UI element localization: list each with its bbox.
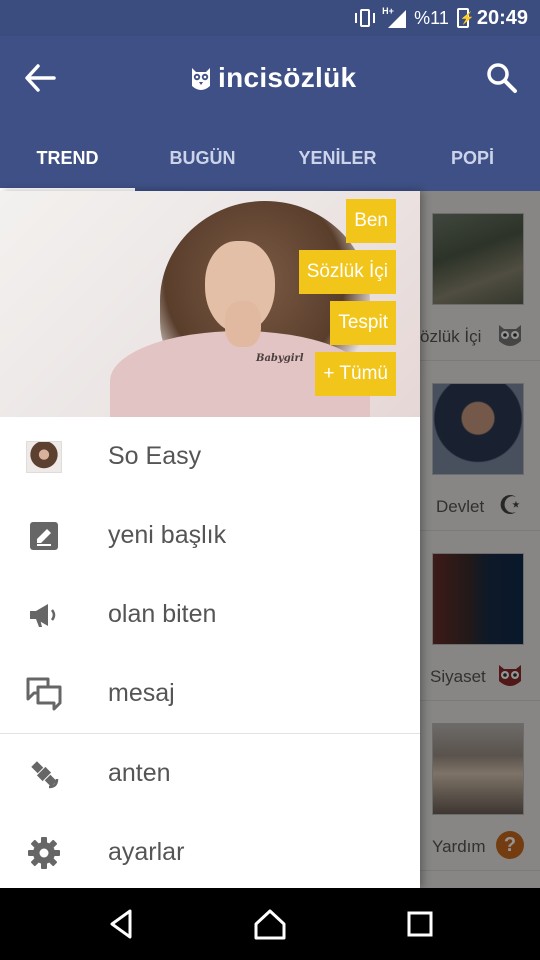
menu-item-label: anten: [108, 759, 171, 787]
signal-icon: H+: [382, 6, 407, 28]
menu-item-whats-happening[interactable]: olan biten: [0, 575, 420, 654]
edit-icon: [30, 521, 58, 550]
nav-back-button[interactable]: [104, 906, 144, 942]
drawer-header: Babygirl Ben Sözlük İçi Tespit + Tümü: [0, 191, 420, 417]
sozluk-ici-button[interactable]: Sözlük İçi: [298, 250, 396, 294]
battery-percent: %11: [414, 7, 449, 28]
satellite-icon: [31, 760, 59, 788]
ben-button[interactable]: Ben: [346, 199, 396, 243]
drawer-menu: So Easy yeni başlık olan biten mesaj ant…: [0, 417, 420, 888]
megaphone-icon: [30, 603, 56, 627]
app-logo: incisözlük: [190, 62, 356, 94]
app-bar: incisözlük TREND BUGÜN YENİLER POPİ: [0, 36, 540, 191]
tab-yeniler[interactable]: YENİLER: [270, 136, 405, 191]
arrow-back-icon: [25, 64, 56, 92]
search-button[interactable]: [484, 60, 520, 96]
menu-item-label: ayarlar: [108, 838, 185, 866]
tab-bugun[interactable]: BUGÜN: [135, 136, 270, 191]
avatar: [26, 440, 62, 473]
gear-icon: [28, 836, 60, 869]
clock: 20:49: [476, 6, 528, 29]
menu-item-label: yeni başlık: [108, 521, 227, 549]
menu-item-label: olan biten: [108, 600, 217, 628]
tumu-button[interactable]: + Tümü: [315, 352, 396, 396]
system-nav-bar: [0, 888, 540, 960]
menu-item-new-topic[interactable]: yeni başlık: [0, 496, 420, 575]
drawer-scrim[interactable]: [420, 191, 540, 888]
battery-charging-icon: ⚡: [456, 8, 475, 28]
tab-trend[interactable]: TREND: [0, 136, 135, 191]
menu-item-profile[interactable]: So Easy: [0, 417, 420, 496]
menu-item-label: So Easy: [108, 442, 202, 470]
chat-icon: [26, 677, 62, 710]
tab-popi[interactable]: POPİ: [405, 136, 540, 191]
menu-item-messages[interactable]: mesaj: [0, 654, 420, 733]
menu-item-settings[interactable]: ayarlar: [0, 813, 420, 888]
menu-item-antenna[interactable]: anten: [0, 734, 420, 813]
menu-item-label: mesaj: [108, 679, 175, 707]
search-icon: [487, 63, 517, 93]
home-icon: [254, 909, 286, 940]
nav-home-button[interactable]: [250, 906, 290, 942]
drawer-header-buttons: Ben Sözlük İçi Tespit + Tümü: [298, 199, 396, 396]
vibrate-icon: [354, 9, 376, 27]
status-bar: H+ %11 ⚡ 20:49: [0, 0, 540, 36]
back-button[interactable]: [24, 62, 60, 94]
logo-text: incisözlük: [218, 62, 357, 93]
tespit-button[interactable]: Tespit: [330, 301, 396, 345]
navigation-drawer: Babygirl Ben Sözlük İçi Tespit + Tümü So…: [0, 191, 420, 888]
back-triangle-icon: [110, 909, 132, 939]
recents-icon: [407, 911, 433, 937]
owl-logo-icon: [192, 68, 210, 90]
tab-bar: TREND BUGÜN YENİLER POPİ: [0, 136, 540, 191]
nav-recents-button[interactable]: [400, 906, 440, 942]
shirt-print-text: Babygirl: [256, 353, 304, 364]
